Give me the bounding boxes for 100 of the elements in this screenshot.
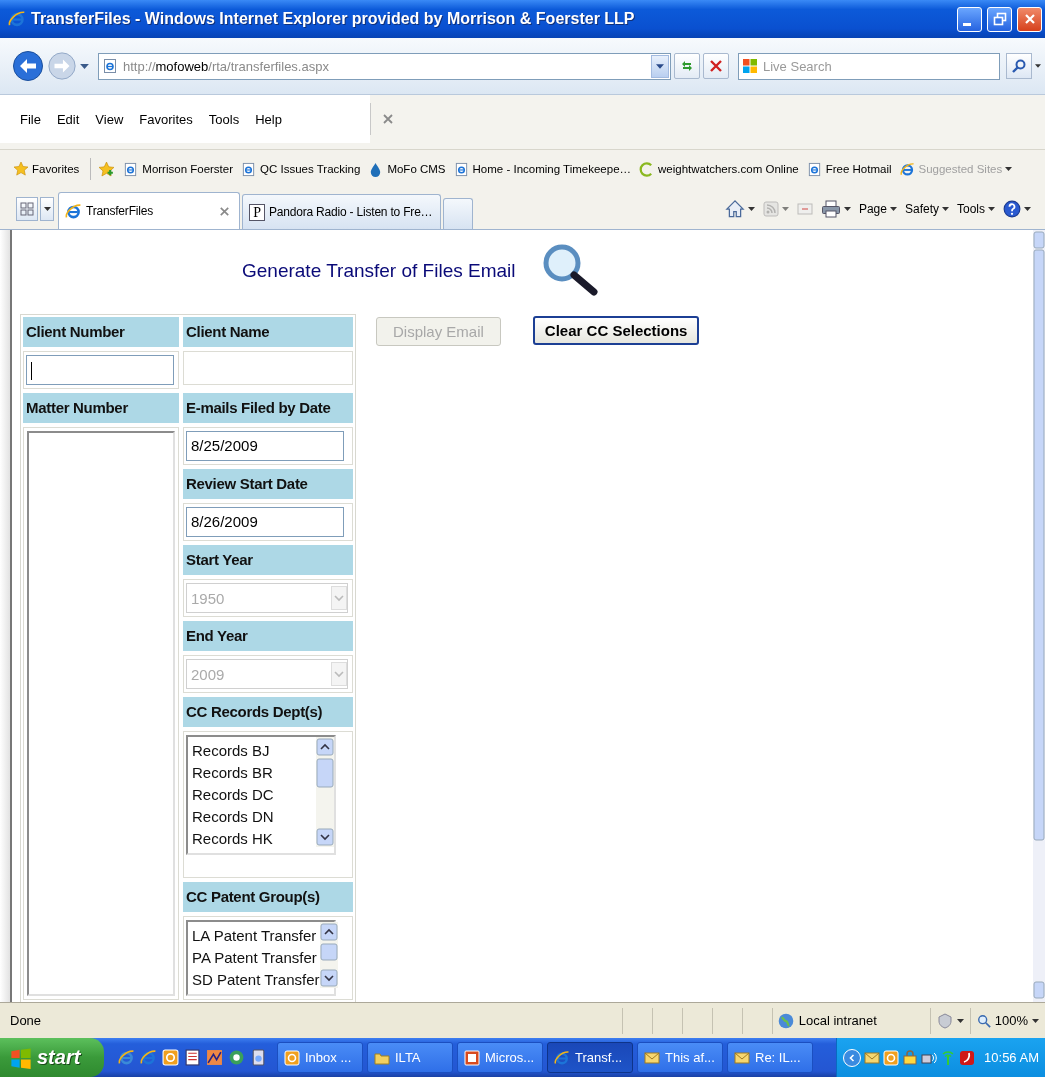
command-menu[interactable]: Safety [904, 201, 949, 216]
notepad-icon[interactable] [184, 1049, 201, 1066]
close-button[interactable] [1017, 6, 1042, 32]
refresh-button[interactable] [674, 53, 700, 79]
favorites-link[interactable]: QC Issues Tracking [259, 161, 366, 177]
windows-flag-icon [10, 1046, 32, 1069]
restore-button[interactable] [987, 6, 1012, 32]
taskbar-button[interactable]: Micros... [457, 1042, 543, 1073]
globe-icon [776, 1011, 795, 1030]
taskbar-button[interactable]: ILTA [367, 1042, 453, 1073]
browser-icon[interactable] [140, 1049, 157, 1066]
zoom-button[interactable]: 100% [969, 1007, 1045, 1034]
favorites-link[interactable]: weightwatchers.com Online [657, 161, 804, 177]
list-item[interactable]: SD Patent Transfer [192, 969, 320, 991]
feed-icon [762, 200, 779, 217]
text-field[interactable] [26, 355, 174, 385]
text-field[interactable]: 8/26/2009 [186, 507, 344, 537]
close-icon [381, 112, 395, 126]
search-field[interactable]: Live Search [738, 52, 1000, 80]
list-item[interactable]: Records BJ [192, 740, 316, 762]
field-label: Client Name [183, 317, 353, 347]
show-hidden-icons-button[interactable] [843, 1048, 862, 1067]
zoom-icon [976, 1013, 991, 1028]
address-dropdown-button[interactable] [651, 54, 669, 78]
menu-item[interactable]: Tools [200, 107, 248, 131]
tab-list-button[interactable] [40, 196, 54, 221]
help-button[interactable] [1003, 199, 1031, 218]
grid-icon [20, 201, 34, 216]
caret-icon [956, 1018, 964, 1023]
restore-icon [992, 12, 1007, 26]
pdf-icon[interactable] [959, 1049, 976, 1066]
listbox[interactable]: LA Patent Transfer PA Patent Transfer SD Patent Transfer [186, 920, 336, 996]
stop-icon [708, 58, 724, 74]
menu-item[interactable]: Edit [48, 107, 88, 131]
list-item[interactable]: PA Patent Transfer [192, 947, 320, 969]
padlock-icon[interactable] [902, 1049, 919, 1066]
favorites-link[interactable]: Home - Incoming Timekeepe… [471, 161, 637, 177]
menu-item[interactable]: File [12, 107, 49, 131]
print-button[interactable] [820, 199, 851, 218]
taskbar-button[interactable]: Re: IL... [727, 1042, 813, 1073]
caret-icon [1035, 64, 1041, 68]
tab[interactable]: TransferFiles [58, 192, 240, 229]
search-options-button[interactable] [1035, 64, 1041, 68]
field-label: Client Number [23, 317, 179, 347]
favorites-button[interactable]: Favorites [12, 159, 85, 179]
taskbar-button[interactable]: This af... [637, 1042, 723, 1073]
recent-pages-button[interactable] [80, 63, 89, 69]
ring-icon [639, 161, 655, 177]
disc-icon[interactable] [228, 1049, 245, 1066]
list-item[interactable]: Records BR [192, 762, 316, 784]
caret-icon [656, 63, 664, 69]
field-label: CC Patent Group(s) [183, 882, 353, 912]
list-item[interactable]: Records DN [192, 806, 316, 828]
chart-icon[interactable] [206, 1049, 223, 1066]
favorites-link[interactable]: Free Hotmail [824, 161, 897, 177]
address-bar[interactable]: http://mofoweb/rta/transferfiles.aspx [98, 52, 671, 80]
list-item[interactable]: LA Patent Transfer [192, 925, 320, 947]
list-item[interactable]: Records DC [192, 784, 316, 806]
clear-selections-button[interactable]: Clear CC Selections [532, 315, 700, 345]
favorites-link[interactable]: Morrison Foerster [141, 161, 239, 177]
page-icon [806, 161, 822, 177]
field-label: End Year [183, 621, 353, 651]
back-button[interactable] [12, 50, 44, 82]
listbox[interactable]: Records BJ Records BR Records DC Records DN Records HK [186, 735, 336, 855]
document-icon [464, 1049, 480, 1066]
text-field[interactable]: 8/25/2009 [186, 431, 344, 461]
caret-icon [942, 206, 949, 211]
globe-icon[interactable] [118, 1049, 135, 1066]
minimize-button[interactable] [957, 6, 982, 32]
feeds-button[interactable] [762, 200, 789, 217]
taskbar-button[interactable]: Transf... [547, 1042, 633, 1073]
taskbar-button[interactable]: Inbox ... [277, 1042, 363, 1073]
favorites-link[interactable]: MoFo CMS [386, 161, 451, 177]
device-icon[interactable] [250, 1049, 267, 1066]
clock: 10:56 AM [984, 1050, 1039, 1065]
list-item[interactable]: Records HK [192, 828, 316, 850]
clock-icon[interactable] [162, 1049, 179, 1066]
field-label: Start Year [183, 545, 353, 575]
status-text: Done [9, 1013, 43, 1028]
browser-icon [65, 202, 82, 220]
caret-icon [988, 206, 995, 211]
envelope-icon[interactable] [864, 1049, 881, 1066]
menu-item[interactable]: Help [247, 107, 290, 131]
start-button[interactable]: start [0, 1038, 104, 1077]
command-menu[interactable]: Tools [957, 201, 995, 216]
close-tab-button[interactable] [218, 204, 231, 218]
shield-icon [936, 1012, 953, 1029]
menu-item[interactable]: Favorites [131, 107, 201, 131]
menu-item[interactable]: View [87, 107, 132, 131]
printer-icon [820, 199, 841, 218]
mail-icon [796, 201, 813, 216]
clock-icon[interactable] [883, 1049, 900, 1066]
command-menu[interactable]: Page [858, 201, 897, 216]
tab[interactable]: P Pandora Radio - Listen to Fre… [242, 194, 442, 229]
search-button[interactable] [1006, 53, 1032, 79]
stop-button[interactable] [703, 53, 729, 79]
page-icon [241, 161, 257, 177]
field-label: E-mails Filed by Date [183, 393, 353, 423]
home-button[interactable] [724, 198, 755, 219]
help-icon [1003, 199, 1021, 218]
